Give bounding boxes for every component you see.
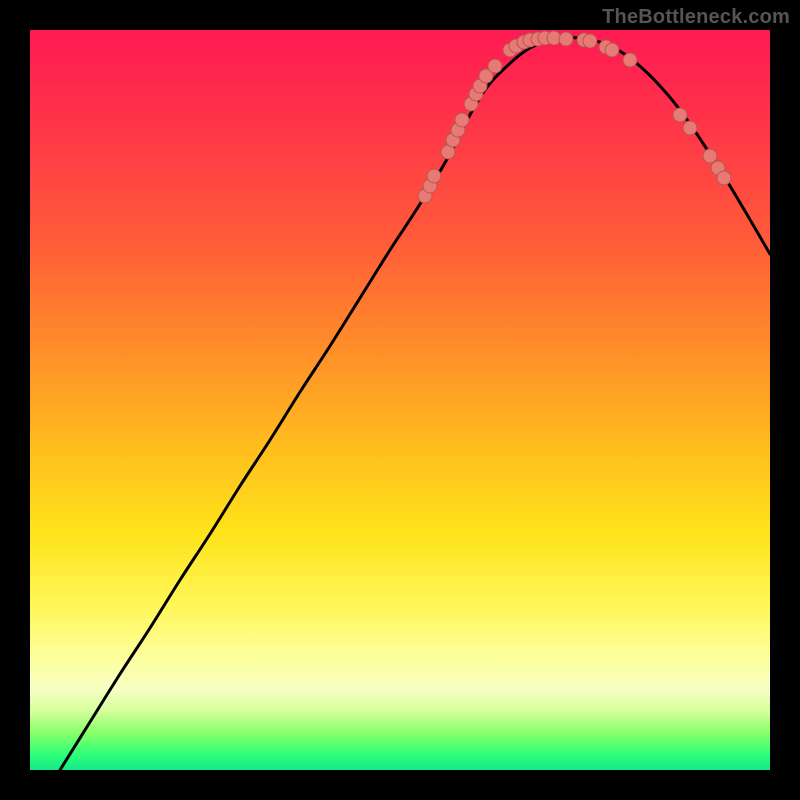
chart-stage: TheBottleneck.com	[0, 0, 800, 800]
data-point	[559, 32, 573, 46]
data-point	[673, 108, 687, 122]
data-point	[488, 59, 502, 73]
plot-area	[30, 30, 770, 770]
curve-layer	[30, 30, 770, 770]
data-point	[455, 113, 469, 127]
data-points	[418, 31, 731, 203]
data-point	[717, 171, 731, 185]
data-point	[683, 121, 697, 135]
data-point	[605, 43, 619, 57]
watermark-text: TheBottleneck.com	[602, 6, 790, 29]
data-point	[623, 53, 637, 67]
data-point	[583, 34, 597, 48]
bottleneck-curve	[60, 38, 770, 770]
data-point	[427, 169, 441, 183]
data-point	[703, 149, 717, 163]
